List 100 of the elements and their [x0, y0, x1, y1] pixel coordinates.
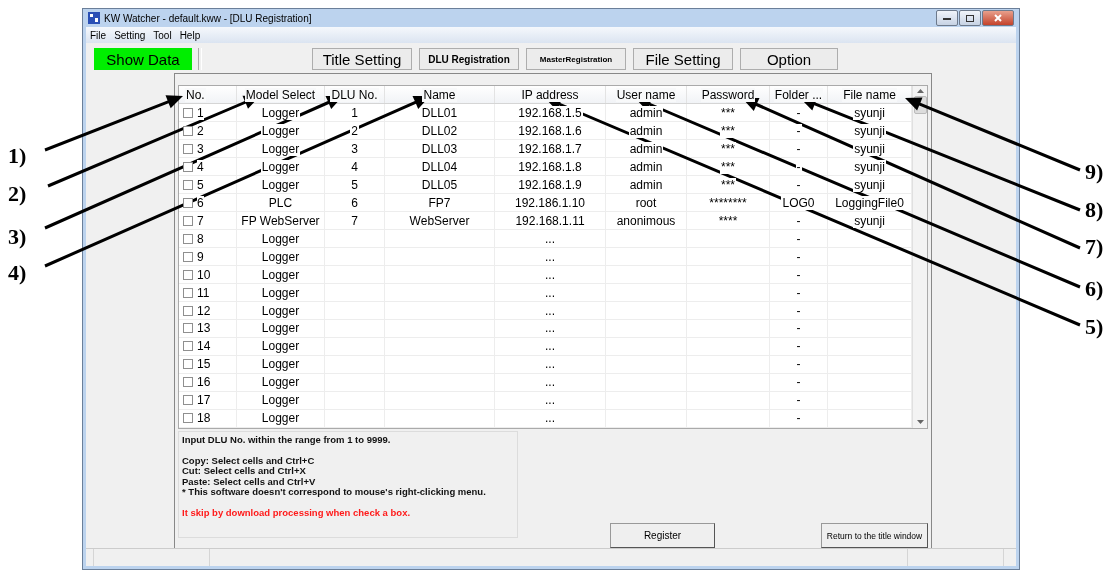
close-button[interactable] — [982, 10, 1014, 26]
info-text: Cut: Select cells and Ctrl+X — [182, 466, 307, 477]
menu-item[interactable]: Setting — [114, 29, 146, 41]
column-header[interactable]: IP address — [520, 87, 580, 102]
info-text: Input DLU No. within the range from 1 to 9999. — [182, 435, 392, 446]
table-cell: Logger — [260, 321, 301, 336]
checkbox[interactable] — [183, 323, 193, 334]
checkbox[interactable] — [183, 341, 193, 352]
maximize-icon — [966, 14, 974, 22]
register-button[interactable]: Register — [610, 523, 715, 548]
table-cell: 7 — [197, 213, 204, 228]
window-title: KW Watcher - default.kww - [DLU Registration] — [104, 12, 312, 24]
minimize-icon — [943, 16, 951, 20]
table-cell: 5 — [350, 177, 359, 192]
table-cell: 12 — [197, 303, 211, 318]
checkbox[interactable] — [183, 161, 193, 172]
table-cell: LoggingFile0 — [834, 195, 905, 210]
callout-label: 9) — [1085, 159, 1104, 185]
table-cell: 5 — [197, 177, 204, 192]
table-cell: Logger — [260, 411, 301, 426]
table-cell: PLC — [267, 195, 294, 210]
column-header[interactable]: Folder ... — [773, 87, 824, 102]
table-cell: Logger — [260, 285, 301, 300]
checkbox[interactable] — [183, 251, 193, 262]
checkbox[interactable] — [183, 359, 193, 370]
table-cell: 11 — [197, 285, 210, 300]
menu-item[interactable]: File — [90, 29, 107, 41]
checkbox[interactable] — [183, 179, 193, 190]
checkbox[interactable] — [183, 125, 193, 136]
toolbar-button[interactable]: Title Setting — [312, 48, 412, 70]
callout-label: 7) — [1085, 234, 1104, 260]
toolbar-button[interactable]: MasterRegistration — [526, 48, 626, 70]
callout-label: 5) — [1085, 314, 1104, 340]
column-header[interactable]: Model Select — [244, 87, 317, 102]
table-cell: 3 — [350, 141, 359, 156]
table-cell: Logger — [260, 303, 301, 318]
return-button[interactable]: Return to the title window — [821, 523, 928, 548]
table-cell: 192.186.1.10 — [513, 195, 587, 210]
checkbox[interactable] — [183, 269, 193, 280]
table-cell: 192.168.1.6 — [517, 123, 583, 138]
column-header[interactable]: User name — [615, 87, 677, 102]
table-cell: admin — [628, 177, 664, 192]
table-cell: anonimous — [615, 213, 677, 228]
table-cell: DLL02 — [420, 123, 459, 138]
table-cell: 3 — [197, 141, 204, 156]
table-cell: syunji — [853, 177, 886, 192]
table-cell: 8 — [197, 231, 204, 246]
table-cell: 192.168.1.5 — [517, 105, 583, 120]
toolbar-button[interactable]: Option — [740, 48, 838, 70]
table-cell: 192.168.1.7 — [517, 141, 583, 156]
menu-item[interactable]: Help — [179, 29, 201, 41]
column-header[interactable]: DLU No. — [330, 87, 379, 102]
checkbox[interactable] — [183, 395, 193, 406]
callout-label: 8) — [1085, 197, 1104, 223]
table-cell: admin — [628, 141, 664, 156]
table-cell: DLL05 — [420, 177, 459, 192]
toolbar-button[interactable]: File Setting — [633, 48, 733, 70]
toolbar-button[interactable]: DLU Registration — [419, 48, 519, 70]
toolbar-button[interactable]: Show Data — [94, 48, 192, 70]
table-cell: 4 — [350, 159, 359, 174]
info-text: Copy: Select cells and Ctrl+C — [182, 455, 316, 466]
column-header[interactable]: Name — [422, 87, 457, 102]
checkbox[interactable] — [183, 143, 193, 154]
column-header[interactable]: File name — [842, 87, 897, 102]
checkbox[interactable] — [183, 215, 193, 226]
checkbox[interactable] — [183, 377, 193, 388]
table-cell: Logger — [260, 357, 301, 372]
checkbox[interactable] — [183, 197, 193, 208]
table-cell: syunji — [853, 141, 886, 156]
checkbox[interactable] — [183, 233, 193, 244]
table-cell: LOG0 — [781, 195, 816, 210]
table-cell: 192.168.1.11 — [514, 213, 586, 228]
column-header[interactable]: No. — [185, 87, 206, 102]
checkbox[interactable] — [183, 107, 193, 118]
callout-label: 2) — [8, 181, 27, 207]
table-cell: 192.168.1.9 — [517, 177, 583, 192]
maximize-button[interactable] — [959, 10, 981, 26]
menu-item[interactable]: Tool — [153, 29, 172, 41]
table-cell: DLL03 — [420, 141, 459, 156]
table-cell: DLL04 — [420, 159, 459, 174]
scroll-down-icon[interactable] — [916, 420, 924, 425]
close-icon — [994, 14, 1002, 22]
scrollbar[interactable] — [912, 86, 927, 428]
table-cell: 10 — [197, 267, 211, 282]
checkbox[interactable] — [183, 413, 193, 424]
app-icon — [88, 12, 100, 24]
scroll-up-icon[interactable] — [916, 89, 924, 94]
checkbox[interactable] — [183, 287, 193, 298]
table-cell: Logger — [260, 231, 301, 246]
column-header[interactable]: Password — [700, 87, 756, 102]
table-cell: Logger — [260, 393, 301, 408]
table-cell: admin — [628, 159, 664, 174]
minimize-button[interactable] — [936, 10, 958, 26]
checkbox[interactable] — [183, 305, 193, 316]
callout-label: 3) — [8, 224, 27, 250]
table-cell: syunji — [853, 213, 886, 228]
table-cell: Logger — [260, 339, 301, 354]
callout-label: 1) — [8, 143, 27, 169]
table-cell: Logger — [260, 159, 301, 174]
table-cell: Logger — [260, 249, 301, 264]
